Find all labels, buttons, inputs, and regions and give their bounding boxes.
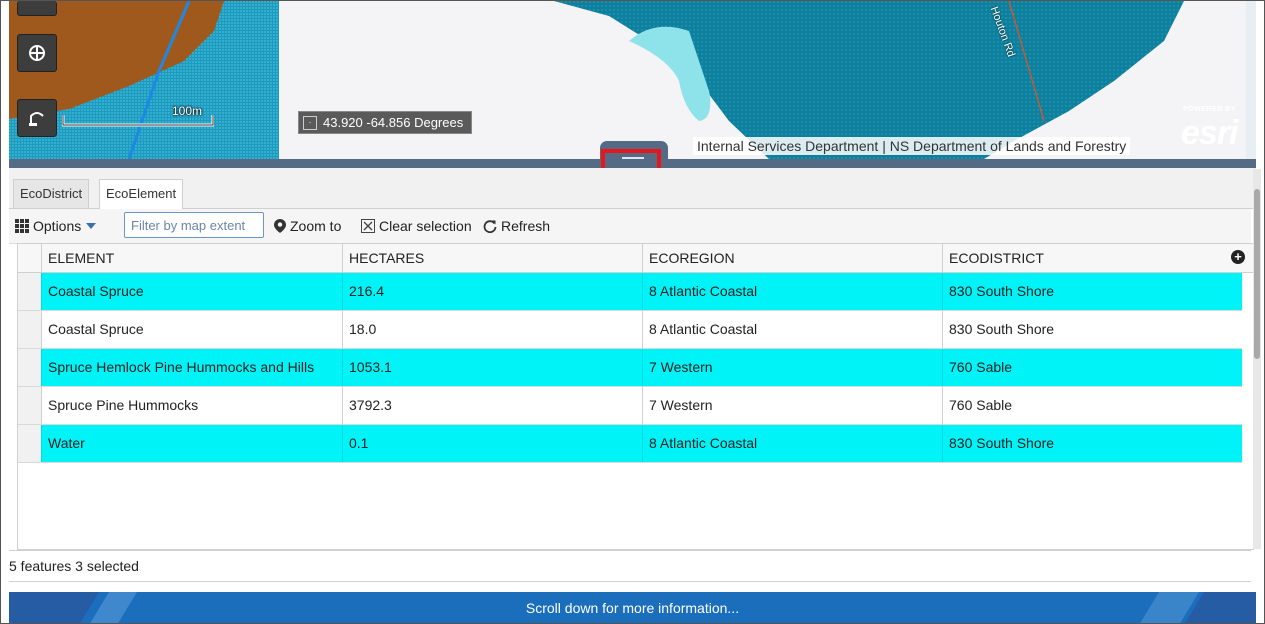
clear-selection-label: Clear selection: [379, 218, 472, 234]
cell-ecodistrict: 830 South Shore: [942, 273, 1242, 310]
measure-button[interactable]: [17, 99, 57, 137]
row-selector[interactable]: [18, 311, 42, 348]
table-row[interactable]: Spruce Pine Hummocks 3792.3 7 Western 76…: [18, 387, 1242, 425]
map-view[interactable]: 100m · 43.920 -64.856 Degrees Houton Rd …: [9, 1, 1256, 159]
pin-icon: [274, 219, 286, 233]
cell-element: Spruce Hemlock Pine Hummocks and Hills: [41, 349, 342, 386]
legend-button[interactable]: [17, 1, 57, 16]
cell-hectares: 1053.1: [342, 349, 642, 386]
selection-status: 5 features 3 selected: [9, 550, 1251, 582]
table-row[interactable]: Coastal Spruce 18.0 8 Atlantic Coastal 8…: [18, 311, 1242, 349]
attribute-table-tabs: EcoDistrict EcoElement: [9, 168, 1256, 209]
table-toolbar: Options Zoom to Clear selection Refresh: [9, 209, 1251, 244]
esri-logo[interactable]: POWERED BY esri: [1171, 106, 1251, 156]
filter-by-extent-input[interactable]: [124, 212, 264, 238]
cell-hectares: 216.4: [342, 273, 642, 310]
map-attribution: Internal Services Department | NS Depart…: [693, 137, 1131, 155]
clear-selection-button[interactable]: Clear selection: [361, 209, 472, 243]
caret-down-icon: [86, 223, 97, 229]
panel-scrollbar[interactable]: [1253, 169, 1261, 549]
row-selector[interactable]: [18, 349, 42, 386]
column-header-ecodistrict[interactable]: ECODISTRICT: [942, 244, 1230, 272]
coordinate-text: 43.920 -64.856 Degrees: [323, 115, 464, 130]
cell-ecodistrict: 830 South Shore: [942, 425, 1242, 462]
app-frame: 100m · 43.920 -64.856 Degrees Houton Rd …: [0, 0, 1265, 624]
row-selector[interactable]: [18, 387, 42, 424]
tab-ecoelement[interactable]: EcoElement: [99, 179, 184, 209]
cell-ecoregion: 7 Western: [642, 349, 942, 386]
refresh-icon: [483, 220, 497, 233]
column-header-element[interactable]: ELEMENT: [41, 244, 342, 272]
measure-icon: [29, 112, 44, 126]
banner-text: Scroll down for more information...: [525, 600, 740, 616]
tab-ecodistrict[interactable]: EcoDistrict: [13, 179, 90, 208]
refresh-button[interactable]: Refresh: [483, 209, 550, 243]
refresh-label: Refresh: [501, 218, 551, 234]
grid-header: ELEMENT HECTARES ECOREGION ECODISTRICT +: [18, 244, 1253, 273]
zoom-to-button[interactable]: Zoom to: [274, 209, 341, 243]
crosshair-icon: ·: [303, 115, 317, 130]
cell-ecodistrict: 760 Sable: [942, 387, 1242, 424]
add-column-icon[interactable]: +: [1231, 250, 1245, 264]
options-label: Options: [33, 218, 82, 234]
cell-ecoregion: 8 Atlantic Coastal: [642, 425, 942, 462]
scale-label: 100m: [172, 104, 203, 118]
cell-element: Water: [41, 425, 342, 462]
scrollbar-thumb[interactable]: [1254, 189, 1260, 359]
table-row[interactable]: Coastal Spruce 216.4 8 Atlantic Coastal …: [18, 273, 1242, 311]
cell-element: Coastal Spruce: [41, 273, 342, 310]
cell-ecodistrict: 760 Sable: [942, 349, 1242, 386]
cell-hectares: 3792.3: [342, 387, 642, 424]
clear-box-icon: [361, 219, 375, 233]
cell-ecodistrict: 830 South Shore: [942, 311, 1242, 348]
row-selector[interactable]: [18, 425, 42, 462]
scroll-banner[interactable]: Scroll down for more information...: [9, 592, 1256, 623]
cell-hectares: 18.0: [342, 311, 642, 348]
table-row[interactable]: Water 0.1 8 Atlantic Coastal 830 South S…: [18, 425, 1242, 463]
column-header-ecoregion[interactable]: ECOREGION: [642, 244, 942, 272]
cell-element: Spruce Pine Hummocks: [41, 387, 342, 424]
grid-icon: [15, 219, 29, 233]
options-menu-button[interactable]: Options: [15, 209, 97, 243]
cell-ecoregion: 8 Atlantic Coastal: [642, 311, 942, 348]
cell-ecoregion: 8 Atlantic Coastal: [642, 273, 942, 310]
coordinate-readout[interactable]: · 43.920 -64.856 Degrees: [298, 111, 473, 134]
basemap-button[interactable]: [17, 34, 57, 72]
attribute-grid: ELEMENT HECTARES ECOREGION ECODISTRICT +…: [17, 243, 1254, 550]
row-selector[interactable]: [18, 273, 42, 310]
table-row[interactable]: Spruce Hemlock Pine Hummocks and Hills 1…: [18, 349, 1242, 387]
cell-hectares: 0.1: [342, 425, 642, 462]
zoom-to-label: Zoom to: [290, 218, 342, 234]
map-canvas[interactable]: [9, 1, 1256, 159]
basemap-gallery-icon: [29, 45, 45, 61]
column-header-hectares[interactable]: HECTARES: [342, 244, 642, 272]
cell-element: Coastal Spruce: [41, 311, 342, 348]
cell-ecoregion: 7 Western: [642, 387, 942, 424]
